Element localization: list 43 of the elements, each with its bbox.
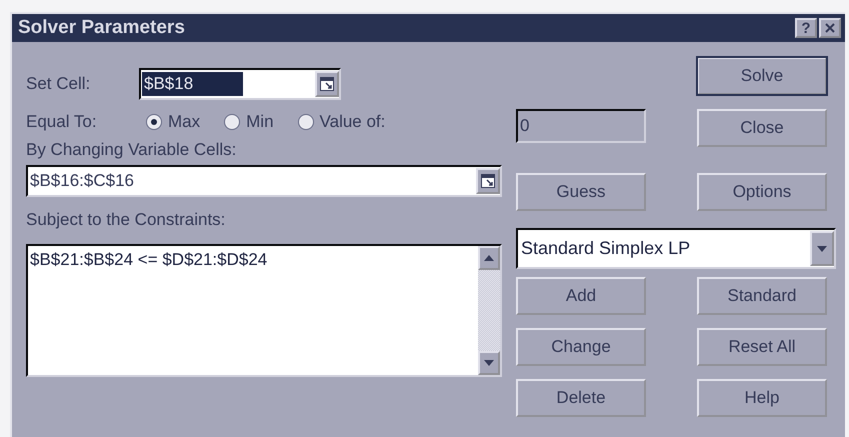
radio-option[interactable]: Value of: bbox=[298, 112, 386, 132]
solve-button[interactable]: Solve bbox=[697, 57, 827, 95]
set-cell-label: Set Cell: bbox=[26, 74, 92, 94]
set-cell-field[interactable]: $B$18 bbox=[139, 68, 341, 100]
up-arrow-icon bbox=[484, 255, 494, 261]
value-of-value: 0 bbox=[519, 116, 530, 136]
changing-cells-value: $B$16:$C$16 bbox=[29, 171, 135, 191]
constraint-item[interactable]: $B$21:$B$24 <= $D$21:$D$24 bbox=[30, 250, 268, 269]
solving-method-value: Standard Simplex LP bbox=[520, 238, 692, 259]
equal-to-label: Equal To: bbox=[26, 112, 98, 132]
add-button[interactable]: Add bbox=[516, 277, 646, 315]
change-button[interactable]: Change bbox=[516, 328, 646, 366]
radio-icon bbox=[224, 114, 240, 130]
close-dialog-button[interactable]: Close bbox=[697, 109, 827, 147]
options-button[interactable]: Options bbox=[697, 173, 827, 211]
scroll-down-button[interactable] bbox=[478, 351, 500, 375]
radio-icon bbox=[146, 114, 162, 130]
changing-cells-field[interactable]: $B$16:$C$16 bbox=[26, 165, 502, 197]
range-select-icon bbox=[320, 77, 334, 91]
guess-button[interactable]: Guess bbox=[516, 173, 646, 211]
standard-button[interactable]: Standard bbox=[697, 277, 827, 315]
radio-option[interactable]: Max bbox=[146, 112, 200, 132]
range-select-icon bbox=[481, 174, 495, 188]
range-select-button[interactable] bbox=[476, 168, 500, 194]
set-cell-value: $B$18 bbox=[142, 72, 244, 96]
constraints-label: Subject to the Constraints: bbox=[26, 210, 226, 230]
reset-all-button[interactable]: Reset All bbox=[697, 328, 827, 366]
help-dialog-button[interactable]: Help bbox=[697, 379, 827, 417]
radio-icon bbox=[298, 114, 314, 130]
down-arrow-icon bbox=[484, 360, 494, 366]
close-button[interactable] bbox=[819, 18, 841, 38]
delete-button[interactable]: Delete bbox=[516, 379, 646, 417]
radio-option[interactable]: Min bbox=[224, 112, 274, 132]
changing-cells-label: By Changing Variable Cells: bbox=[26, 140, 236, 160]
window-title: Solver Parameters bbox=[18, 17, 186, 39]
caret-icon bbox=[817, 246, 827, 252]
scroll-up-button[interactable] bbox=[478, 246, 500, 270]
range-select-button[interactable] bbox=[315, 71, 339, 97]
dropdown-button[interactable] bbox=[810, 231, 834, 266]
help-button[interactable]: ? bbox=[795, 18, 817, 38]
solving-method-dropdown[interactable]: Standard Simplex LP bbox=[516, 228, 836, 269]
close-icon bbox=[825, 23, 835, 33]
scrollbar[interactable] bbox=[478, 246, 500, 375]
